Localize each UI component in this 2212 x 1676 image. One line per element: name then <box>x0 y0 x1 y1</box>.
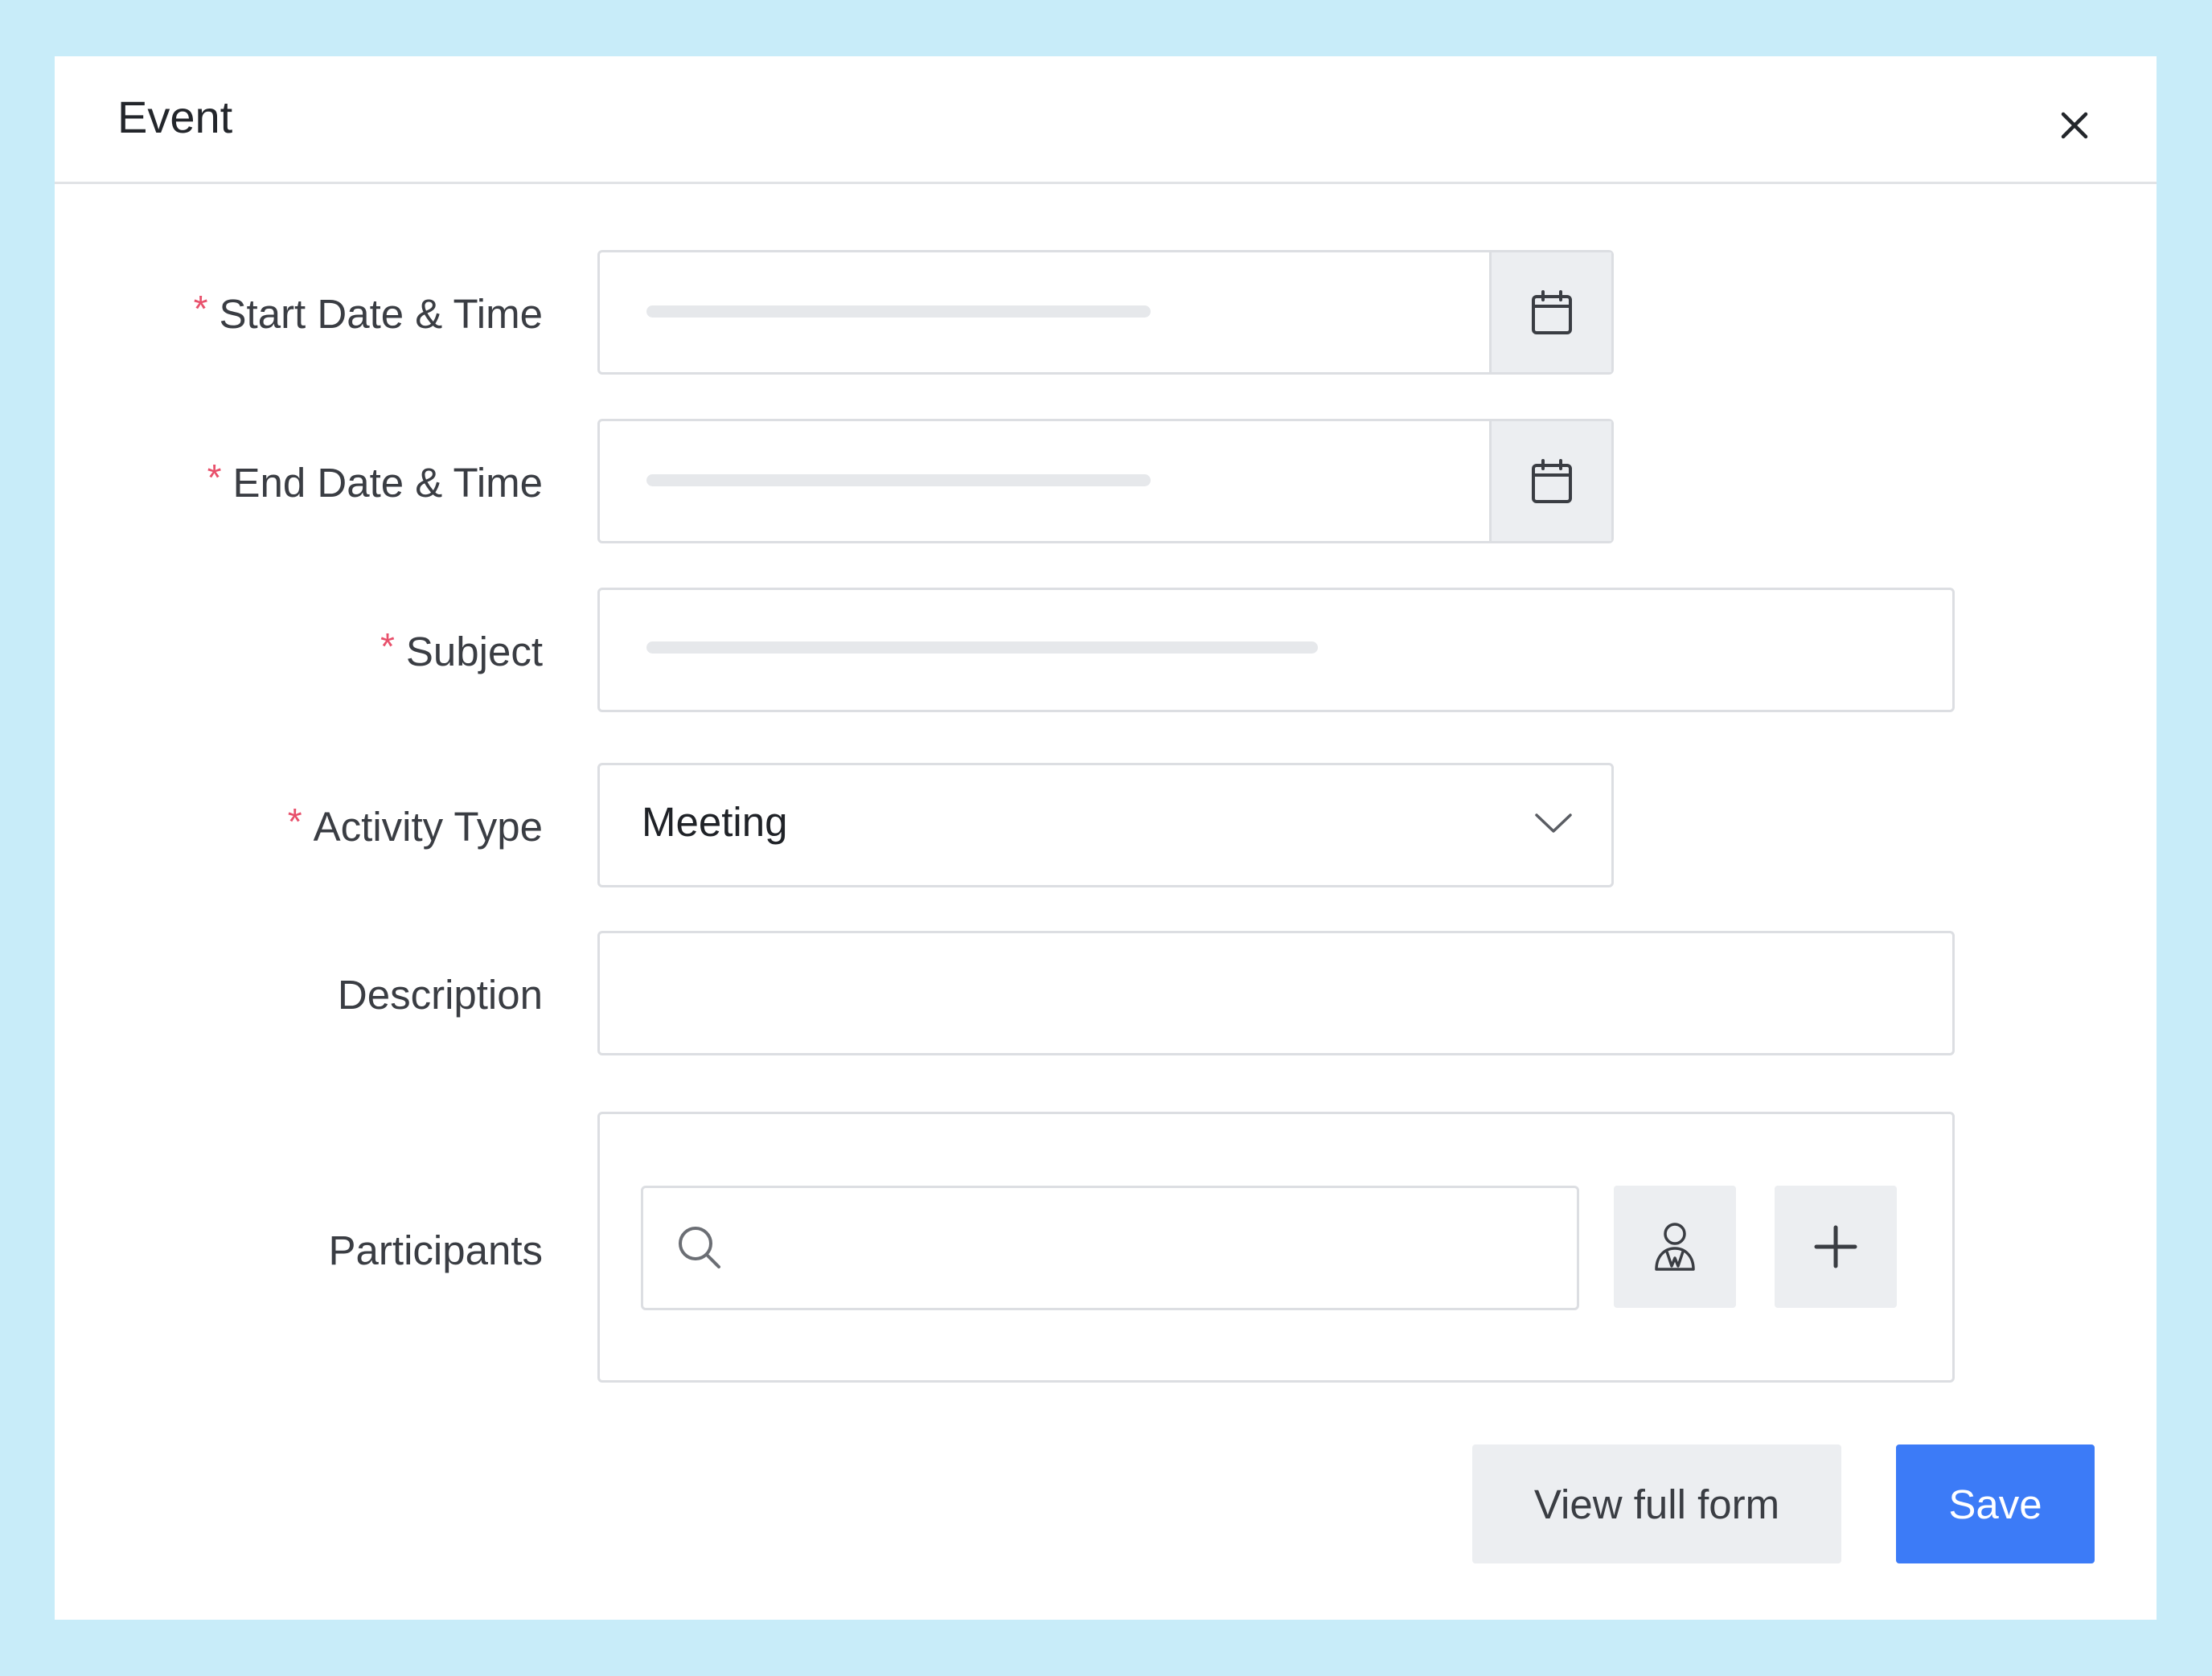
chevron-down-icon <box>1535 813 1572 833</box>
save-label: Save <box>1948 1481 2042 1527</box>
participants-search-input[interactable] <box>641 1186 1579 1310</box>
required-marker: * <box>207 457 222 498</box>
activity-type-label-text: Activity Type <box>313 804 543 850</box>
start-datetime-label-text: Start Date & Time <box>219 291 543 337</box>
required-marker: * <box>193 288 208 330</box>
subject-input[interactable] <box>597 588 1955 712</box>
view-full-form-label: View full form <box>1533 1481 1780 1527</box>
participants-panel <box>597 1112 1955 1383</box>
start-datetime-input[interactable] <box>597 250 1614 375</box>
required-marker: * <box>380 625 395 667</box>
subject-label: * Subject <box>55 628 543 674</box>
placeholder-skeleton <box>646 474 1151 486</box>
contact-person-icon <box>1655 1223 1695 1271</box>
subject-label-text: Subject <box>405 629 543 674</box>
save-button[interactable]: Save <box>1896 1444 2095 1563</box>
activity-type-label: * Activity Type <box>55 803 543 850</box>
add-participant-button[interactable] <box>1775 1186 1897 1308</box>
view-full-form-button[interactable]: View full form <box>1472 1444 1841 1563</box>
end-datetime-label: * End Date & Time <box>55 459 543 506</box>
plus-icon <box>1814 1225 1857 1268</box>
start-calendar-button[interactable] <box>1489 252 1611 372</box>
activity-type-value: Meeting <box>642 799 788 845</box>
end-calendar-button[interactable] <box>1489 421 1611 541</box>
placeholder-skeleton <box>646 305 1151 318</box>
event-dialog: Event * Start Date & Time * End Date & Tim… <box>55 56 2157 1620</box>
select-contact-button[interactable] <box>1614 1186 1736 1308</box>
start-datetime-label: * Start Date & Time <box>55 290 543 337</box>
description-input[interactable] <box>597 931 1955 1055</box>
participants-label: Participants <box>55 1230 543 1271</box>
placeholder-skeleton <box>646 641 1318 654</box>
description-label-text: Description <box>337 972 543 1018</box>
end-datetime-label-text: End Date & Time <box>232 460 543 506</box>
calendar-icon <box>1531 458 1572 503</box>
activity-type-select[interactable]: Meeting <box>597 763 1614 887</box>
required-marker: * <box>287 801 302 842</box>
description-label: Description <box>55 974 543 1015</box>
search-icon <box>679 1227 720 1268</box>
calendar-icon <box>1531 289 1572 334</box>
close-button[interactable] <box>2054 104 2095 146</box>
end-datetime-input[interactable] <box>597 419 1614 543</box>
close-icon <box>2061 112 2088 139</box>
dialog-title: Event <box>117 92 233 142</box>
participants-label-text: Participants <box>328 1227 543 1273</box>
dialog-header: Event <box>55 56 2157 184</box>
